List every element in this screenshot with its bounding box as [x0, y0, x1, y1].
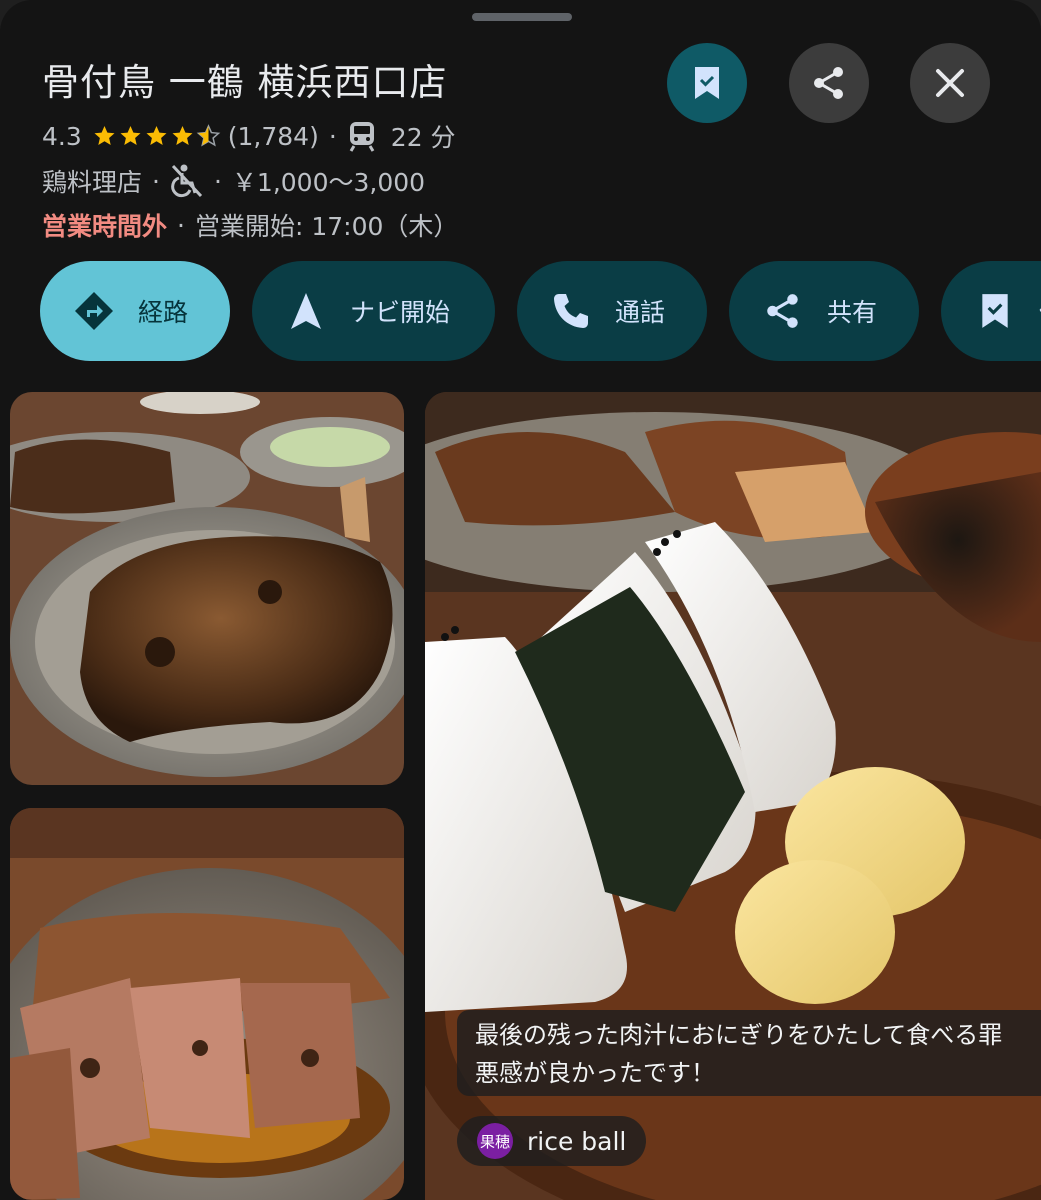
rating-value: 4.3: [42, 121, 82, 151]
directions-button[interactable]: 経路: [40, 261, 230, 361]
opening-info: 営業開始: 17:00（木）: [194, 212, 459, 241]
photo-grilled-chicken[interactable]: [10, 392, 404, 785]
bookmark-check-icon: [695, 67, 719, 99]
open-status: 営業時間外: [42, 212, 168, 241]
author-name: rice ball: [527, 1126, 627, 1156]
share-chip-label: 共有: [827, 298, 878, 327]
price-range: ￥1,000～3,000: [231, 168, 426, 197]
star-icon: [120, 126, 141, 145]
bookmark-check-icon: [973, 289, 1017, 333]
action-chips: 経路 ナビ開始 通話 共有: [40, 261, 1041, 361]
navigation-arrow-icon: [284, 289, 328, 333]
share-icon: [761, 289, 805, 333]
rating-stars[interactable]: [92, 124, 222, 148]
review-caption: 最後の残った肉汁におにぎりをひたして食べる罪悪感が良かったです！: [457, 1010, 1041, 1096]
star-icon: [146, 126, 167, 145]
directions-icon: [72, 289, 116, 333]
half-star-icon: [196, 124, 221, 147]
place-sheet: 骨付鳥 一鶴 横浜西口店 4.3 (1,784) · 22 分 鶏料理店 · ·…: [0, 0, 1041, 1200]
train-icon: [349, 122, 375, 152]
close-icon: [936, 69, 964, 97]
share-icon: [814, 67, 843, 99]
call-button[interactable]: 通話: [517, 261, 707, 361]
directions-label: 経路: [138, 298, 189, 327]
review-author-chip[interactable]: 果穂 rice ball: [457, 1116, 647, 1166]
transit-time: 22 分: [390, 123, 456, 152]
phone-icon: [549, 289, 593, 333]
place-title: 骨付鳥 一鶴 横浜西口店: [42, 61, 448, 104]
save-chip-button[interactable]: 保: [941, 261, 1041, 361]
start-navigation-label: ナビ開始: [350, 298, 451, 327]
category: 鶏料理店: [42, 168, 143, 197]
hours-row[interactable]: 営業時間外 · 営業開始: 17:00（木）: [42, 207, 458, 243]
category-row: 鶏料理店 · · ￥1,000～3,000: [42, 163, 425, 199]
not-wheelchair-accessible-icon: [171, 164, 203, 198]
avatar: 果穂: [477, 1123, 513, 1159]
rating-row: 4.3 (1,784) · 22 分: [42, 118, 456, 154]
save-button[interactable]: [667, 43, 747, 123]
call-label: 通話: [615, 298, 666, 327]
share-chip-button[interactable]: 共有: [729, 261, 919, 361]
star-icon: [94, 126, 115, 145]
close-button[interactable]: [910, 43, 990, 123]
review-count[interactable]: (1,784): [228, 122, 319, 151]
star-icon: [172, 126, 193, 145]
drag-handle[interactable]: [472, 13, 572, 21]
share-button[interactable]: [789, 43, 869, 123]
photo-sliced-chicken[interactable]: [10, 808, 404, 1200]
start-navigation-button[interactable]: ナビ開始: [252, 261, 495, 361]
